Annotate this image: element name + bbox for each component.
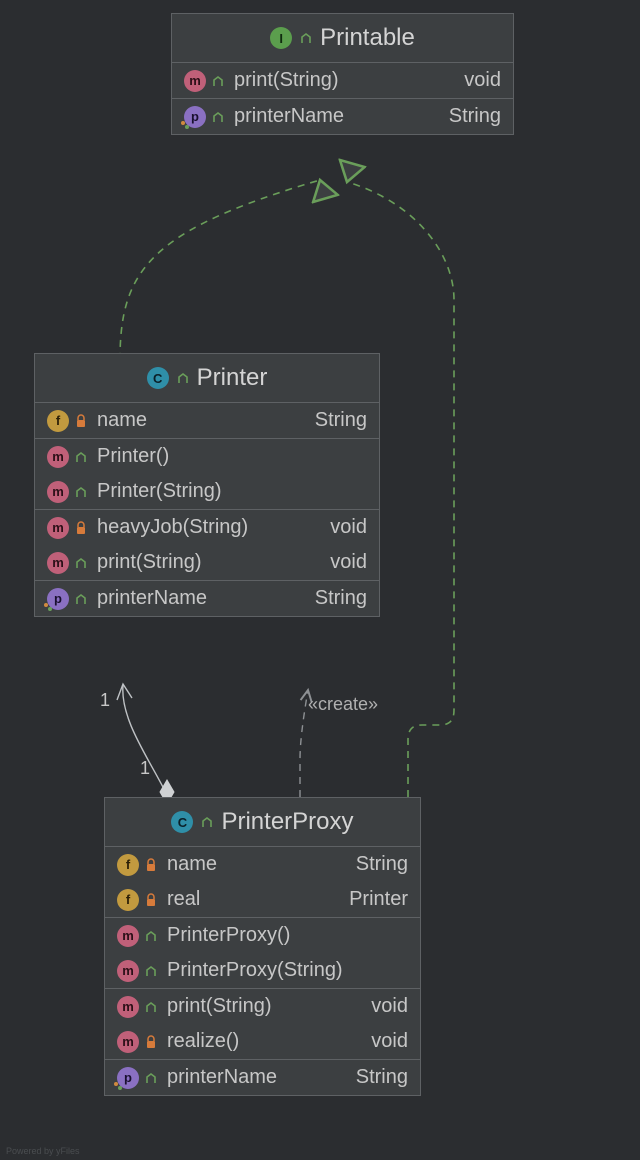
method-badge-icon: m [117, 996, 139, 1018]
realization-printer-printable [120, 180, 320, 360]
visibility-open-icon [212, 111, 224, 123]
method-badge-icon: m [184, 70, 206, 92]
member-name: heavyJob(String) [97, 516, 320, 539]
member-type: void [330, 516, 367, 539]
member-type: void [371, 1030, 408, 1053]
member-name: PrinterProxy() [167, 924, 398, 947]
member-type: Printer [349, 888, 408, 911]
visibility-open-icon [145, 965, 157, 977]
class-title-row: C PrinterProxy [105, 798, 420, 847]
member-name: print(String) [97, 551, 320, 574]
class-printerproxy[interactable]: C PrinterProxy f name String f real Prin… [104, 797, 421, 1096]
rw-dots-icon [113, 1081, 123, 1091]
member-name: Printer(String) [97, 480, 357, 503]
member-row[interactable]: m Printer() [35, 439, 379, 474]
member-row[interactable]: f real Printer [105, 882, 420, 917]
method-badge-icon: m [117, 925, 139, 947]
member-name: printerName [97, 587, 305, 610]
member-name: print(String) [234, 69, 454, 92]
member-name: realize() [167, 1030, 361, 1053]
visibility-lock-icon [145, 893, 157, 907]
visibility-open-icon [75, 451, 87, 463]
member-row[interactable]: p printerName String [105, 1060, 420, 1095]
class-title: Printable [320, 24, 415, 52]
diagram-canvas: 1 1 «create» I Printable m print(String)… [0, 0, 640, 1160]
visibility-open-icon [145, 1001, 157, 1013]
member-row[interactable]: m PrinterProxy(String) [105, 953, 420, 988]
member-name: PrinterProxy(String) [167, 959, 398, 982]
member-row[interactable]: p printerName String [35, 581, 379, 616]
class-title: PrinterProxy [221, 808, 353, 836]
field-badge-icon: f [117, 889, 139, 911]
member-row[interactable]: m PrinterProxy() [105, 918, 420, 953]
member-row[interactable]: f name String [105, 847, 420, 882]
member-row[interactable]: m realize() void [105, 1024, 420, 1059]
visibility-open-icon [75, 593, 87, 605]
member-type: void [330, 551, 367, 574]
method-badge-icon: m [117, 960, 139, 982]
member-type: String [315, 587, 367, 610]
method-badge-icon: m [117, 1031, 139, 1053]
visibility-open-icon [177, 372, 189, 384]
class-printable[interactable]: I Printable m print(String) void p print… [171, 13, 514, 135]
method-badge-icon: m [47, 446, 69, 468]
visibility-lock-icon [75, 414, 87, 428]
class-printer[interactable]: C Printer f name String m Printer() m Pr… [34, 353, 380, 617]
visibility-open-icon [212, 75, 224, 87]
visibility-lock-icon [145, 1035, 157, 1049]
member-name: name [97, 409, 305, 432]
member-type: String [449, 105, 501, 128]
member-name: Printer() [97, 445, 357, 468]
member-name: name [167, 853, 346, 876]
method-badge-icon: m [47, 517, 69, 539]
class-badge-icon: C [171, 811, 193, 833]
rw-dots-icon [180, 120, 190, 130]
visibility-open-icon [145, 930, 157, 942]
rw-dots-icon [43, 602, 53, 612]
member-type: String [315, 409, 367, 432]
dependency-create [300, 690, 308, 797]
member-name: real [167, 888, 339, 911]
visibility-lock-icon [75, 521, 87, 535]
dependency-create-label: «create» [308, 694, 378, 715]
visibility-lock-icon [145, 858, 157, 872]
member-name: printerName [167, 1066, 346, 1089]
member-type: String [356, 853, 408, 876]
visibility-open-icon [75, 486, 87, 498]
visibility-open-icon [75, 557, 87, 569]
watermark: Powered by yFiles [6, 1146, 80, 1156]
class-title-row: I Printable [172, 14, 513, 63]
field-badge-icon: f [47, 410, 69, 432]
member-name: printerName [234, 105, 439, 128]
member-row[interactable]: m print(String) void [172, 63, 513, 98]
visibility-open-icon [201, 816, 213, 828]
member-row[interactable]: p printerName String [172, 99, 513, 134]
member-row[interactable]: m print(String) void [105, 989, 420, 1024]
class-badge-icon: C [147, 367, 169, 389]
class-title-row: C Printer [35, 354, 379, 403]
member-type: void [464, 69, 501, 92]
member-type: String [356, 1066, 408, 1089]
member-row[interactable]: m heavyJob(String) void [35, 510, 379, 545]
member-type: void [371, 995, 408, 1018]
member-name: print(String) [167, 995, 361, 1018]
association-arrowhead [117, 684, 132, 700]
member-row[interactable]: f name String [35, 403, 379, 438]
field-badge-icon: f [117, 854, 139, 876]
member-row[interactable]: m Printer(String) [35, 474, 379, 509]
member-row[interactable]: m print(String) void [35, 545, 379, 580]
interface-badge-icon: I [270, 27, 292, 49]
visibility-open-icon [145, 1072, 157, 1084]
method-badge-icon: m [47, 552, 69, 574]
multiplicity-1b: 1 [140, 758, 150, 779]
multiplicity-1a: 1 [100, 690, 110, 711]
class-title: Printer [197, 364, 268, 392]
visibility-open-icon [300, 32, 312, 44]
method-badge-icon: m [47, 481, 69, 503]
